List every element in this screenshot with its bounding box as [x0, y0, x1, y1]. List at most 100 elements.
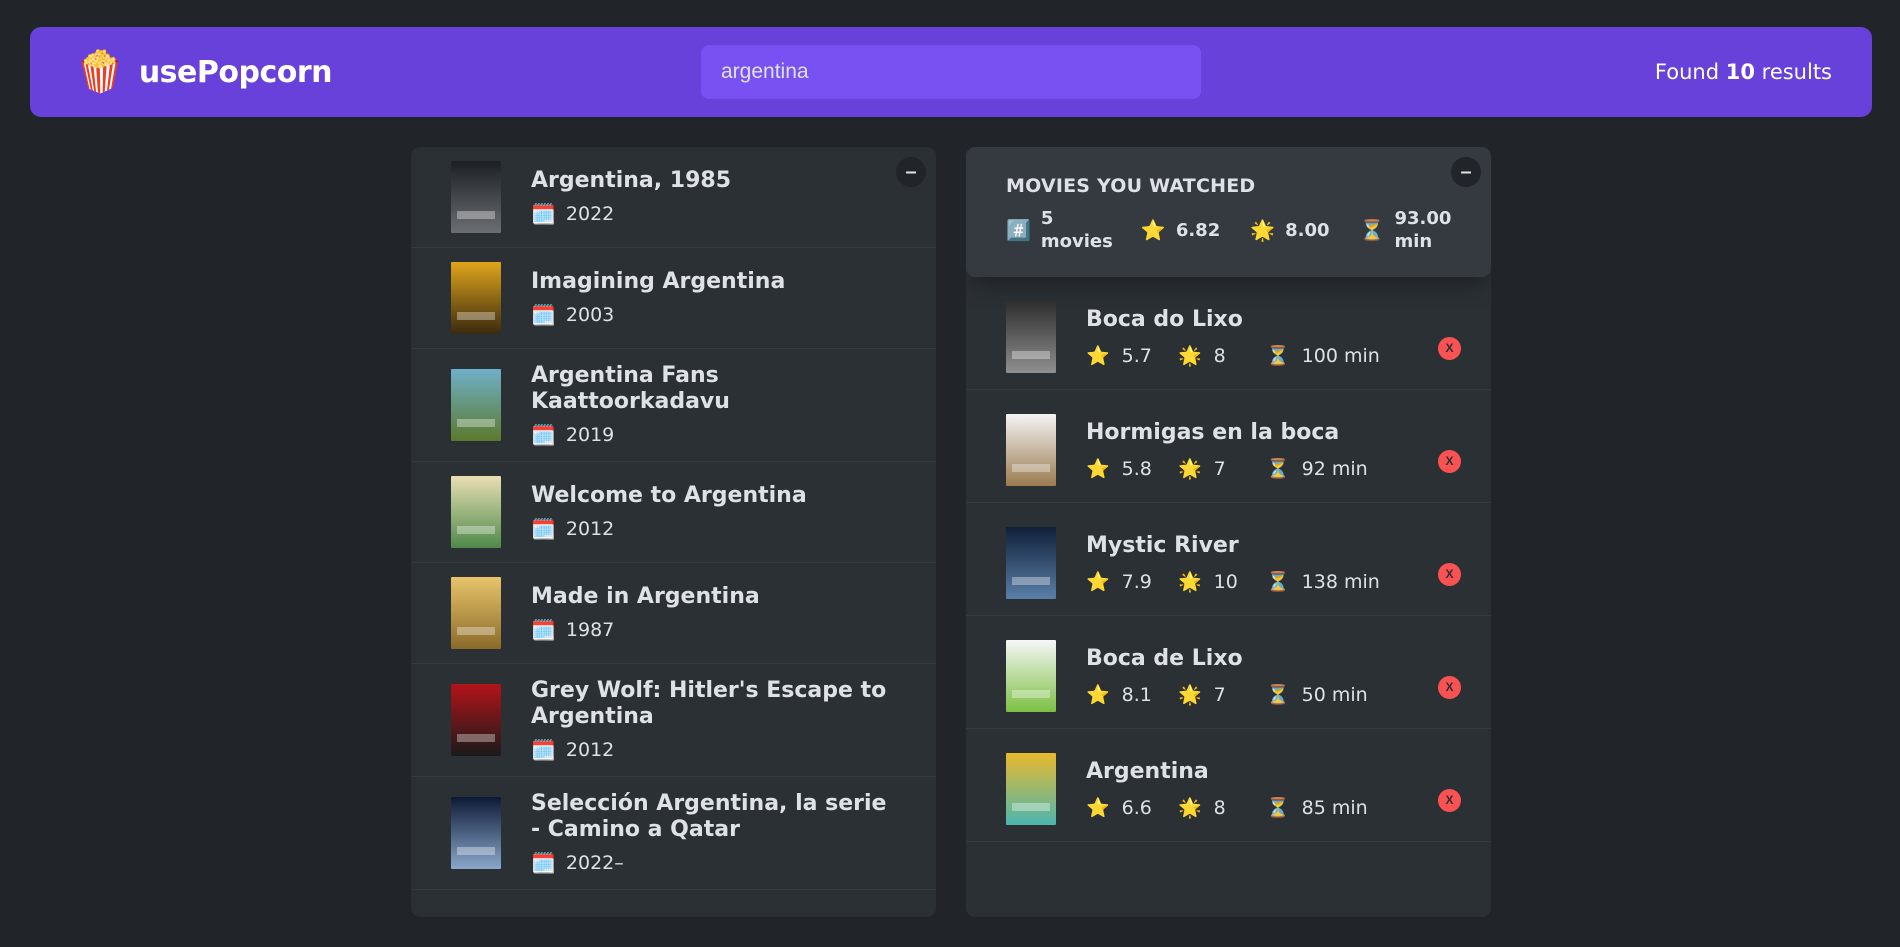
calendar-icon: 🗓️: [531, 737, 556, 762]
delete-watched-button[interactable]: X: [1438, 676, 1461, 699]
collapse-results-button[interactable]: –: [896, 157, 926, 187]
search-result-item[interactable]: Argentina Fans Kaattoorkadavu 🗓️ 2019: [411, 349, 936, 462]
movie-poster: [451, 262, 501, 334]
results-suffix: results: [1754, 60, 1832, 84]
hourglass-icon: ⏳: [1266, 571, 1290, 593]
runtime-unit: min: [1394, 231, 1433, 253]
watched-list: Boca do Lixo ⭐ 5.7 🌟 8 ⏳ 100 min X Hormigas en l…: [966, 277, 1491, 842]
movie-year: 2022–: [565, 851, 624, 874]
avg-runtime: 93.00: [1394, 208, 1452, 229]
star-icon: ⭐: [1086, 458, 1110, 480]
search-result-item[interactable]: Made in Argentina 🗓️ 1987: [411, 563, 936, 664]
search-result-item[interactable]: Selección Argentina, la serie - Camino a…: [411, 777, 936, 890]
movie-year: 2012: [565, 517, 615, 540]
runtime: 138 min: [1301, 570, 1380, 593]
movie-year-row: 🗓️ 2022–: [531, 851, 896, 875]
movie-year: 2019: [565, 423, 615, 446]
results-count-text: Found 10 results: [1655, 60, 1832, 84]
movie-year-row: 🗓️ 2012: [531, 738, 896, 762]
app-title: usePopcorn: [138, 54, 333, 90]
watched-movie-item[interactable]: Mystic River ⭐ 7.9 🌟 10 ⏳ 138 min X: [966, 503, 1491, 616]
delete-watched-button[interactable]: X: [1438, 563, 1461, 586]
hourglass-icon: ⏳: [1266, 458, 1290, 480]
imdb-rating: 7.9: [1121, 570, 1152, 593]
movie-poster: [1006, 301, 1056, 373]
runtime: 92 min: [1301, 457, 1368, 480]
movie-title: Imagining Argentina: [531, 269, 786, 295]
calendar-icon: 🗓️: [531, 422, 556, 447]
imdb-rating: 6.6: [1121, 796, 1152, 819]
watched-movie-stats: ⭐ 7.9 🌟 10 ⏳ 138 min: [1086, 570, 1461, 594]
star-icon: ⭐: [1086, 345, 1110, 367]
user-rating: 7: [1213, 457, 1226, 480]
movie-poster: [451, 368, 501, 441]
movie-title: Made in Argentina: [531, 583, 760, 609]
search-results-box[interactable]: – Argentina, 1985 🗓️ 2022 Imagining Argenti…: [411, 147, 936, 917]
calendar-icon: 🗓️: [531, 201, 556, 226]
calendar-icon: 🗓️: [531, 850, 556, 875]
glowing-star-icon: 🌟: [1178, 571, 1202, 593]
glowing-star-icon: 🌟: [1250, 218, 1276, 243]
movies-count: 5: [1040, 208, 1054, 229]
imdb-rating: 5.8: [1121, 457, 1152, 480]
watched-movie-stats: ⭐ 5.7 🌟 8 ⏳ 100 min: [1086, 344, 1461, 368]
star-icon: ⭐: [1140, 218, 1166, 243]
hourglass-icon: ⏳: [1266, 345, 1290, 367]
search-result-item[interactable]: Imagining Argentina 🗓️ 2003: [411, 248, 936, 349]
glowing-star-icon: 🌟: [1178, 458, 1202, 480]
watched-movie-title: Argentina: [1086, 759, 1209, 784]
summary-stats: #️⃣ 5 movies ⭐ 6.82 🌟 8.00 ⏳ 93.00 min: [1006, 207, 1451, 254]
watched-summary: MOVIES YOU WATCHED #️⃣ 5 movies ⭐ 6.82 🌟 …: [966, 147, 1491, 277]
search-result-item[interactable]: Argentina, 1985 🗓️ 2022: [411, 147, 936, 248]
stat-avg-imdb: ⭐ 6.82: [1141, 218, 1220, 242]
movie-year: 2012: [565, 738, 615, 761]
search-result-item[interactable]: Grey Wolf: Hitler's Escape to Argentina 🗓…: [411, 664, 936, 777]
avg-imdb-rating: 6.82: [1175, 219, 1221, 241]
movie-title: Argentina, 1985: [531, 168, 732, 194]
star-icon: ⭐: [1086, 684, 1110, 706]
movie-poster: [1006, 640, 1056, 712]
user-rating: 10: [1213, 570, 1238, 593]
imdb-rating: 8.1: [1121, 683, 1152, 706]
avg-user-rating: 8.00: [1285, 219, 1330, 241]
search-input[interactable]: [701, 45, 1201, 99]
results-prefix: Found: [1654, 60, 1726, 84]
movie-poster: [451, 683, 501, 756]
runtime: 85 min: [1301, 796, 1368, 819]
stat-avg-runtime: ⏳ 93.00 min: [1360, 207, 1465, 254]
movie-year: 2022: [565, 202, 615, 225]
hourglass-icon: ⏳: [1359, 218, 1385, 243]
delete-watched-button[interactable]: X: [1438, 789, 1461, 812]
movie-title: Grey Wolf: Hitler's Escape to Argentina: [531, 677, 887, 729]
watched-box[interactable]: – MOVIES YOU WATCHED #️⃣ 5 movies ⭐ 6.82 …: [966, 147, 1491, 917]
watched-movie-item[interactable]: Argentina ⭐ 6.6 🌟 8 ⏳ 85 min X: [966, 729, 1491, 842]
search-result-item[interactable]: Welcome to Argentina 🗓️ 2012: [411, 462, 936, 563]
watched-movie-item[interactable]: Hormigas en la boca ⭐ 5.8 🌟 7 ⏳ 92 min X: [966, 390, 1491, 503]
user-rating: 8: [1213, 796, 1226, 819]
movie-title: Argentina Fans Kaattoorkadavu: [531, 363, 730, 414]
delete-watched-button[interactable]: X: [1438, 450, 1461, 473]
watched-movie-title: Hormigas en la boca: [1086, 420, 1340, 445]
runtime: 100 min: [1301, 344, 1380, 367]
popcorn-icon: 🍿: [75, 49, 125, 95]
watched-movie-title: Mystic River: [1086, 533, 1239, 558]
movie-poster: [451, 576, 501, 649]
imdb-rating: 5.7: [1121, 344, 1152, 367]
watched-movie-item[interactable]: Boca de Lixo ⭐ 8.1 🌟 7 ⏳ 50 min X: [966, 616, 1491, 729]
watched-movie-stats: ⭐ 6.6 🌟 8 ⏳ 85 min: [1086, 796, 1461, 820]
movie-year: 2003: [565, 303, 615, 326]
movie-year-row: 🗓️ 2012: [531, 517, 896, 541]
collapse-watched-button[interactable]: –: [1451, 157, 1481, 187]
delete-watched-button[interactable]: X: [1438, 337, 1461, 360]
watched-movie-title: Boca de Lixo: [1086, 646, 1243, 671]
summary-title: MOVIES YOU WATCHED: [1006, 175, 1256, 197]
watched-movie-item[interactable]: Boca do Lixo ⭐ 5.7 🌟 8 ⏳ 100 min X: [966, 277, 1491, 390]
movie-poster: [451, 161, 501, 233]
glowing-star-icon: 🌟: [1178, 797, 1202, 819]
movie-poster: [1006, 414, 1056, 486]
navbar: 🍿 usePopcorn Found 10 results: [30, 27, 1872, 117]
search-results-list: Argentina, 1985 🗓️ 2022 Imagining Argentina…: [411, 147, 936, 890]
logo: 🍿 usePopcorn: [75, 49, 333, 95]
movie-poster: [451, 475, 501, 548]
movie-year-row: 🗓️ 1987: [531, 618, 896, 642]
